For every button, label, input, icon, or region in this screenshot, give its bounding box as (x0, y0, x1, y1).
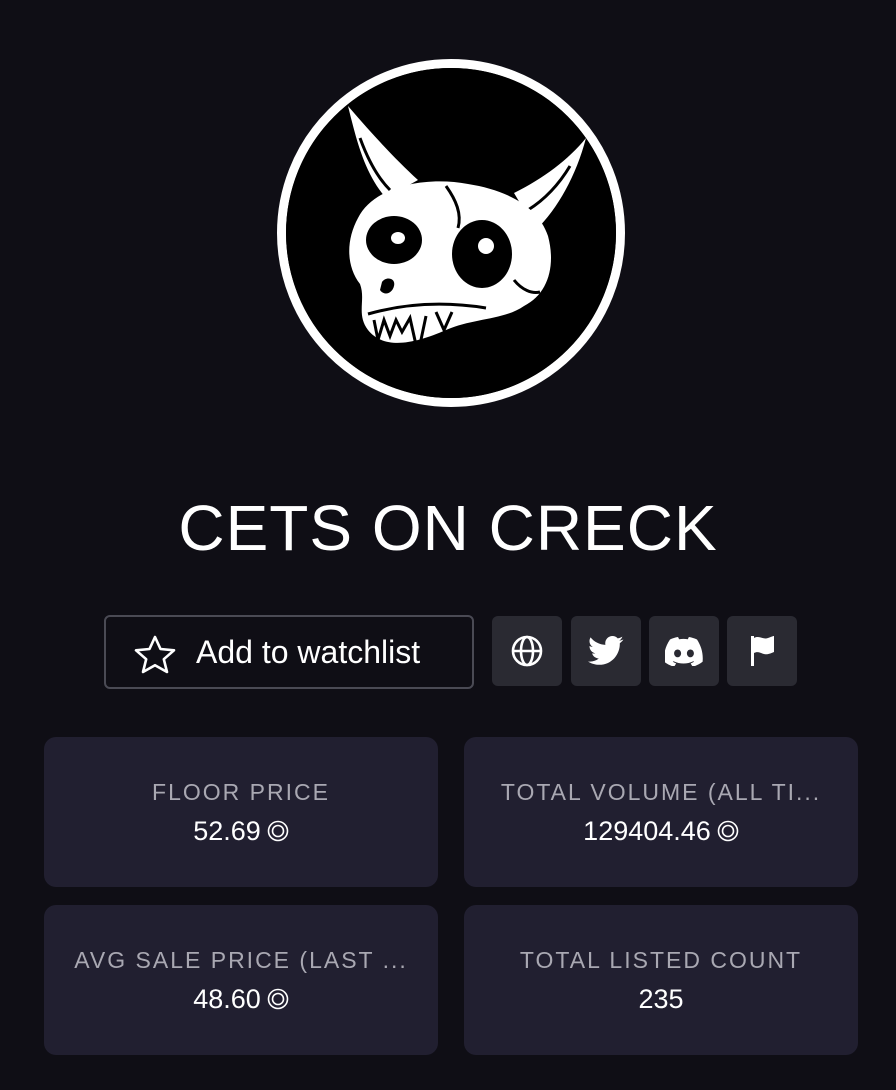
stat-value: 129404.46 (464, 814, 858, 848)
coin-icon (717, 820, 739, 842)
stat-value-text: 235 (638, 984, 684, 1014)
stat-value: 235 (464, 982, 858, 1016)
stat-card-total-listed-count: TOTAL LISTED COUNT 235 (464, 905, 858, 1055)
watchlist-label: Add to watchlist (196, 634, 421, 670)
collection-avatar (277, 59, 625, 407)
twitter-icon (588, 636, 624, 665)
stat-label: TOTAL LISTED COUNT (519, 947, 803, 973)
discord-icon (665, 637, 703, 666)
flag-icon (751, 636, 774, 666)
discord-button[interactable] (649, 616, 719, 686)
stat-label: FLOOR PRICE (152, 779, 330, 805)
stat-value: 48.60 (44, 982, 438, 1016)
stat-card-total-volume: TOTAL VOLUME (ALL TI... 129404.46 (464, 737, 858, 887)
stat-value: 52.69 (44, 814, 438, 848)
stat-value-text: 52.69 (193, 816, 261, 846)
add-to-watchlist-button[interactable]: Add to watchlist (104, 615, 474, 689)
stat-card-avg-sale-price: AVG SALE PRICE (LAST ... 48.60 (44, 905, 438, 1055)
website-button[interactable] (492, 616, 562, 686)
stat-value-text: 129404.46 (583, 816, 711, 846)
globe-icon (511, 635, 543, 667)
stat-value-text: 48.60 (193, 984, 261, 1014)
stat-label: AVG SALE PRICE (LAST ... (74, 947, 408, 973)
stat-card-floor-price: FLOOR PRICE 52.69 (44, 737, 438, 887)
collection-title: CETS ON CRECK (178, 492, 718, 564)
coin-icon (267, 820, 289, 842)
stat-label: TOTAL VOLUME (ALL TI... (500, 779, 822, 805)
cat-skull-logo (286, 68, 616, 398)
star-icon (134, 635, 176, 674)
coin-icon (267, 988, 289, 1010)
collection-page: CETS ON CRECK Add to watchlist FLOOR PRI… (0, 0, 896, 1090)
report-button[interactable] (727, 616, 797, 686)
twitter-button[interactable] (571, 616, 641, 686)
